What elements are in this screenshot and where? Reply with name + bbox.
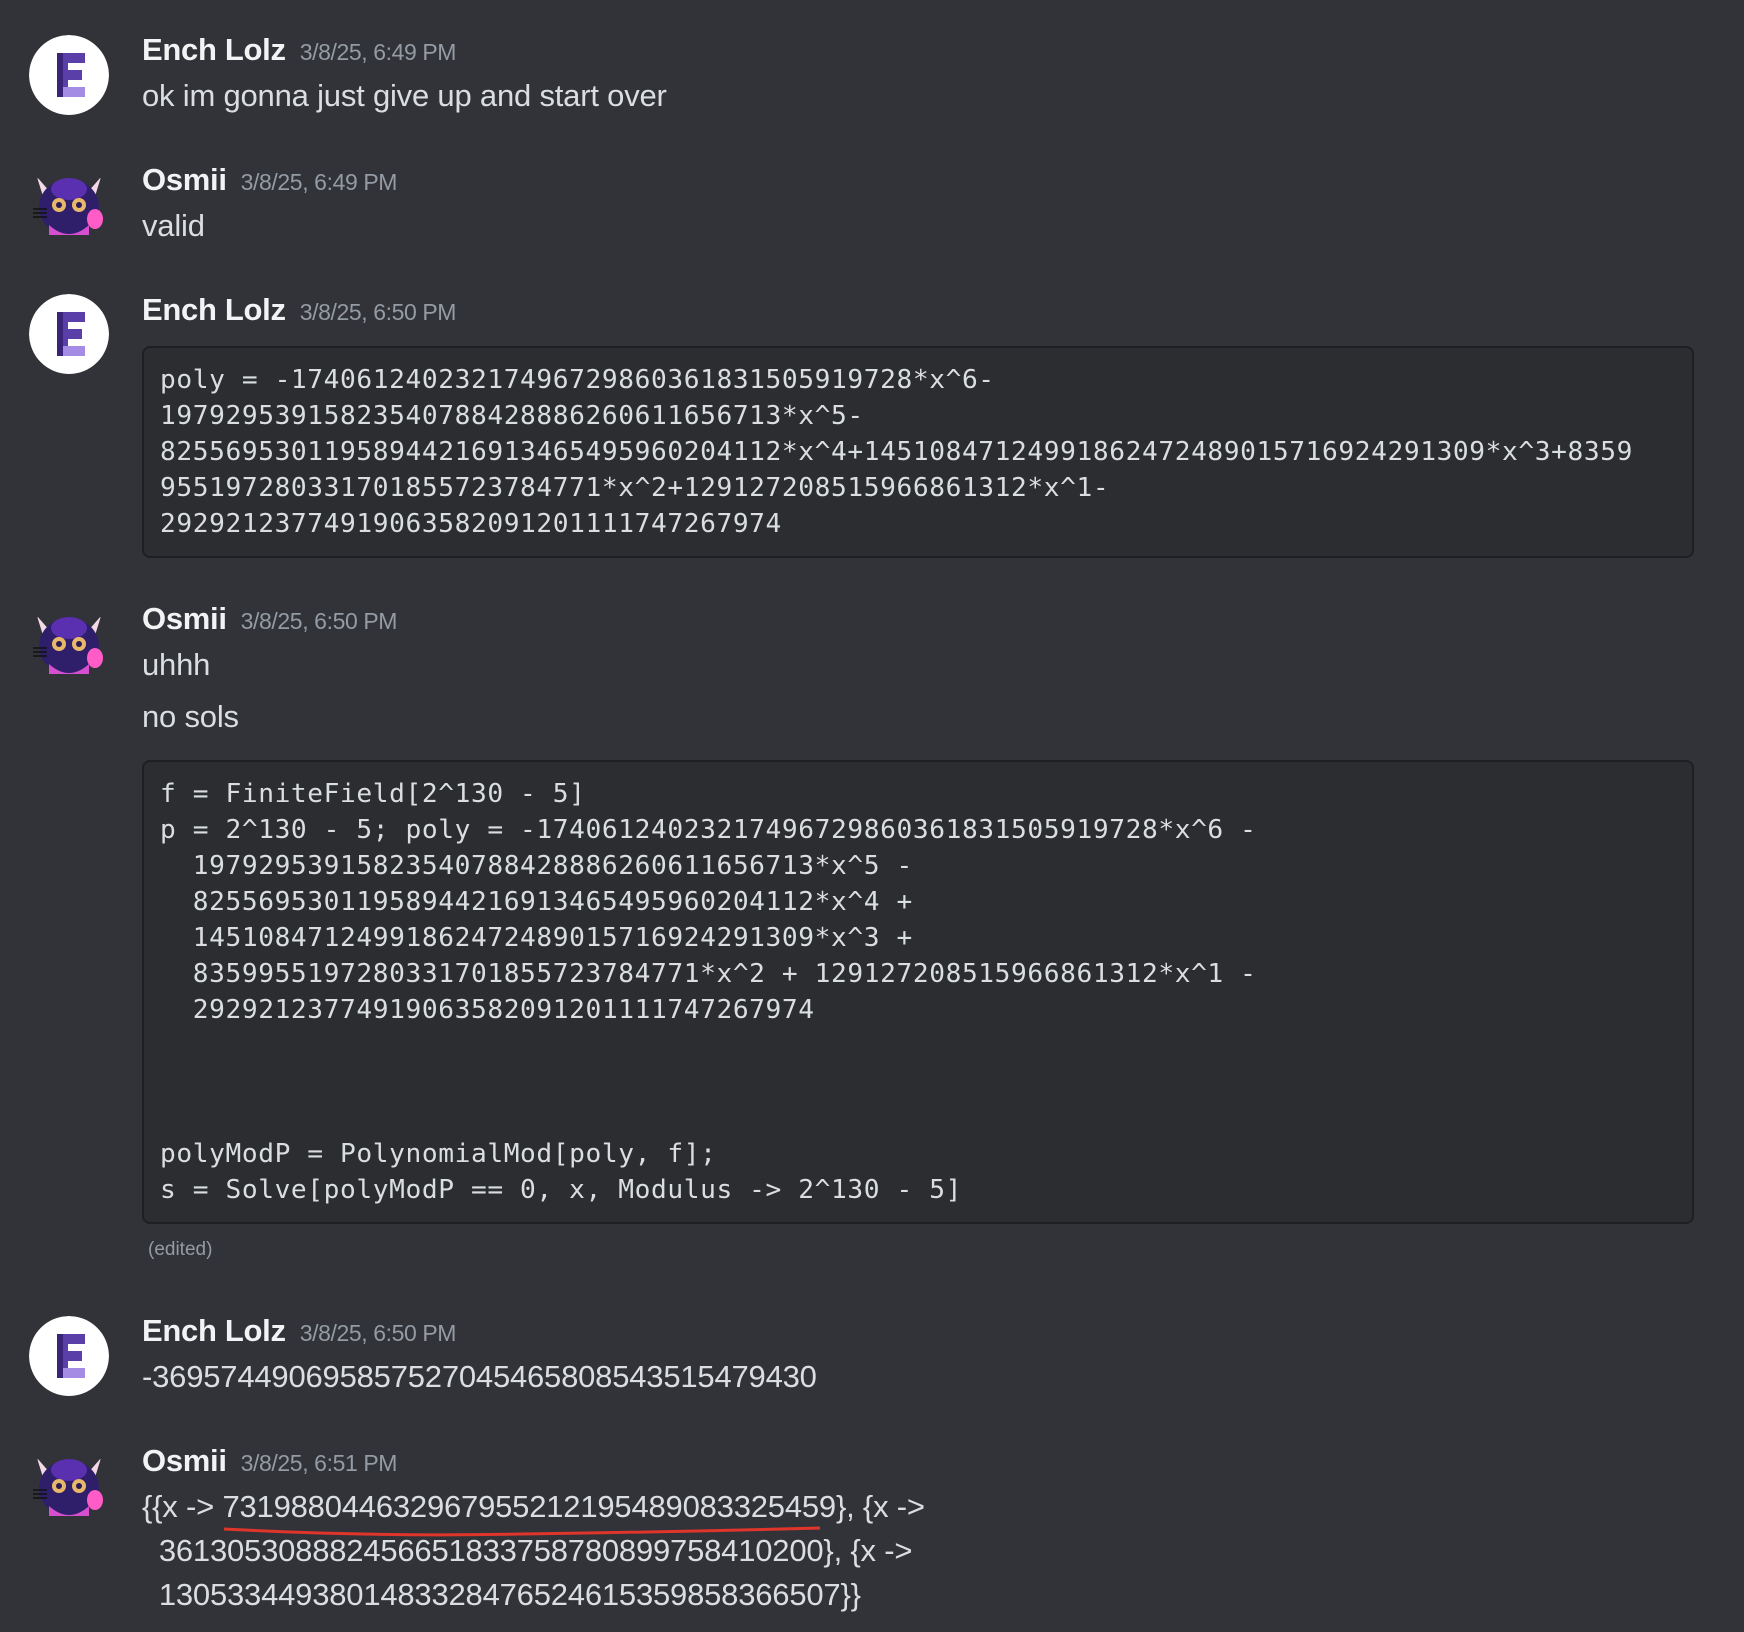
root-value-text: 731988044632967955212195489083325459 (222, 1489, 836, 1524)
message-text: no sols (142, 699, 239, 734)
author-name[interactable]: Osmii (142, 162, 227, 197)
result-line-3: 1305334493801483328476524615359858366507… (142, 1577, 861, 1612)
message-timestamp[interactable]: 3/8/25, 6:49 PM (300, 39, 457, 65)
edited-label: (edited) (148, 1239, 213, 1260)
code-block[interactable]: poly = -17406124023217496729860361831505… (142, 346, 1694, 558)
message-header: Osmii 3/8/25, 6:49 PM (142, 162, 397, 198)
result-suffix: }, {x -> (835, 1489, 925, 1524)
message-header: Osmii 3/8/25, 6:51 PM (142, 1443, 397, 1479)
highlighted-root-value: 731988044632967955212195489083325459 (222, 1489, 836, 1537)
code-text: poly = -17406124023217496729860361831505… (160, 365, 1633, 539)
author-name[interactable]: Osmii (142, 1443, 227, 1478)
purple-cat-avatar-icon[interactable] (29, 602, 109, 682)
purple-cat-avatar-icon[interactable] (29, 163, 109, 243)
result-line-2: 361305308882456651833758780899758410200}… (142, 1533, 913, 1568)
message-header: Ench Lolz 3/8/25, 6:50 PM (142, 1313, 456, 1349)
message-header: Osmii 3/8/25, 6:50 PM (142, 601, 397, 637)
message-header: Ench Lolz 3/8/25, 6:50 PM (142, 292, 456, 328)
chat-message-list: Ench Lolz 3/8/25, 6:49 PM ok im gonna jus… (0, 0, 1744, 1632)
letter-e-avatar-icon[interactable] (29, 294, 109, 374)
code-block[interactable]: f = FiniteField[2^130 - 5] p = 2^130 - 5… (142, 760, 1694, 1224)
author-name[interactable]: Osmii (142, 601, 227, 636)
message-text: ok im gonna just give up and start over (142, 78, 667, 113)
code-text: f = FiniteField[2^130 - 5] p = 2^130 - 5… (160, 779, 1257, 1205)
message-header: Ench Lolz 3/8/25, 6:49 PM (142, 32, 456, 68)
result-prefix: {{x -> (142, 1489, 223, 1524)
message-timestamp[interactable]: 3/8/25, 6:49 PM (241, 169, 398, 195)
message-timestamp[interactable]: 3/8/25, 6:51 PM (241, 1450, 398, 1476)
message-text: uhhh (142, 647, 211, 682)
message-timestamp[interactable]: 3/8/25, 6:50 PM (241, 608, 398, 634)
author-name[interactable]: Ench Lolz (142, 1313, 286, 1348)
message-timestamp[interactable]: 3/8/25, 6:50 PM (300, 299, 457, 325)
message-text: -369574490695857527045465808543515479430 (142, 1359, 817, 1394)
purple-cat-avatar-icon[interactable] (29, 1444, 109, 1524)
letter-e-avatar-icon[interactable] (29, 1316, 109, 1396)
result-line-1: {{x -> 731988044632967955212195489083325… (142, 1489, 925, 1537)
message-timestamp[interactable]: 3/8/25, 6:50 PM (300, 1320, 457, 1346)
author-name[interactable]: Ench Lolz (142, 292, 286, 327)
letter-e-avatar-icon[interactable] (29, 35, 109, 115)
message-text: valid (142, 208, 205, 243)
author-name[interactable]: Ench Lolz (142, 32, 286, 67)
